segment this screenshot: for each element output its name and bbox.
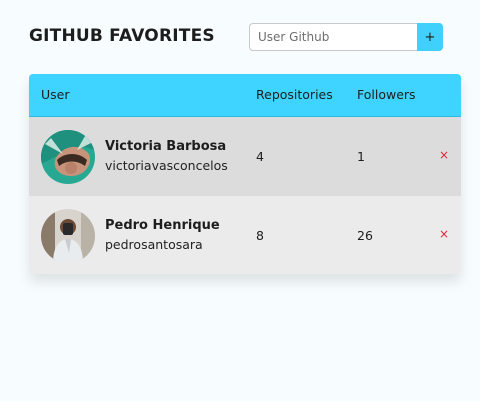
avatar [41,130,95,184]
column-header-followers: Followers [357,87,416,102]
table-row: Victoria Barbosa victoriavasconcelos 4 1… [29,117,461,196]
user-login: pedrosantosara [105,237,203,252]
column-header-user: User [41,87,70,102]
favorites-table: User Repositories Followers Victoria Bar… [29,74,461,274]
repositories-count: 8 [256,228,264,243]
remove-favorite-button[interactable]: × [437,226,451,242]
user-name: Pedro Henrique [105,218,220,233]
table-header: User Repositories Followers [29,74,461,117]
user-github-input[interactable] [249,23,417,51]
followers-count: 1 [357,149,365,164]
followers-count: 26 [357,228,373,243]
column-header-repositories: Repositories [256,87,333,102]
user-login: victoriavasconcelos [105,158,228,173]
add-favorite-button[interactable]: + [417,23,443,51]
page-header: GITHUB FAVORITES + [29,22,443,52]
page-title: GITHUB FAVORITES [29,26,215,46]
remove-favorite-button[interactable]: × [437,147,451,163]
repositories-count: 4 [256,149,264,164]
user-name: Victoria Barbosa [105,139,227,154]
avatar [41,209,95,263]
table-row: Pedro Henrique pedrosantosara 8 26 × [29,196,461,274]
search-form: + [249,23,443,51]
